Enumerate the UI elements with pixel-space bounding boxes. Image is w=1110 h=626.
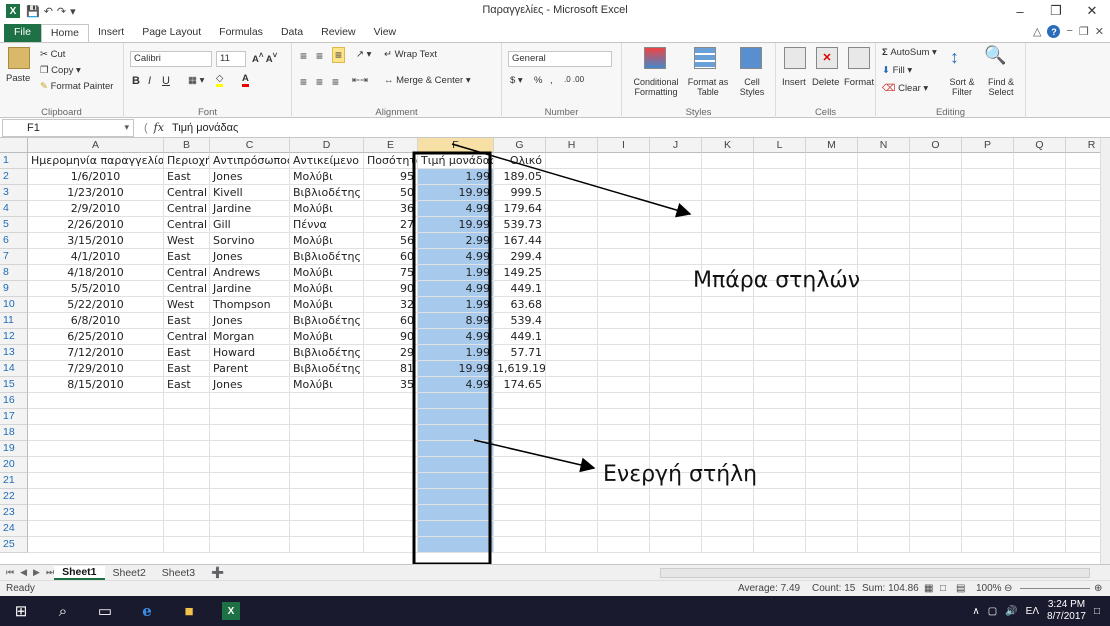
sheet-tabs-bar: ⏮ ◀ ▶ ⏭ Sheet1 Sheet2 Sheet3 ➕ — [0, 564, 1110, 580]
first-sheet-icon[interactable]: ⏮ — [6, 567, 14, 578]
page-break-view-icon[interactable]: ▤ — [956, 583, 965, 594]
sheet-tab-1[interactable]: Sheet1 — [54, 565, 105, 580]
status-ready: Ready — [6, 583, 35, 594]
volume-icon[interactable]: 🔊 — [1005, 606, 1017, 617]
clock-time: 3:24 PM — [1047, 599, 1086, 610]
clock[interactable]: 3:24 PM 8/7/2017 — [1047, 599, 1086, 623]
file-explorer-icon[interactable]: ■ — [168, 596, 210, 626]
column-bar-arrow — [451, 143, 692, 218]
clock-date: 8/7/2017 — [1047, 611, 1086, 622]
windows-start-icon[interactable]: ⊞ — [0, 596, 42, 626]
normal-view-icon[interactable]: ▦ — [924, 583, 933, 594]
horizontal-scrollbar[interactable] — [660, 568, 1090, 578]
zoom-in-icon[interactable]: ⊕ — [1094, 583, 1102, 594]
status-sum: Sum: 104.86 — [862, 583, 919, 594]
last-sheet-icon[interactable]: ⏭ — [46, 567, 54, 578]
zoom-level[interactable]: 100% — [976, 583, 1002, 594]
annotation-overlay — [412, 143, 692, 566]
sheet-tab-3[interactable]: Sheet3 — [154, 567, 203, 579]
zoom-out-icon[interactable]: ⊖ — [1004, 583, 1012, 594]
status-count: Count: 15 — [812, 583, 856, 594]
active-column-annotation: Ενεργή στήλη — [603, 462, 758, 487]
taskbar: ⊞ ⌕ ▭ e ■ X ∧ ▢ 🔊 ΕΛ 3:24 PM 8/7/2017 □ — [0, 596, 1110, 626]
notifications-icon[interactable]: □ — [1094, 606, 1100, 617]
language-indicator[interactable]: ΕΛ — [1026, 606, 1039, 617]
insert-sheet-icon[interactable]: ➕ — [203, 566, 232, 579]
sheet-tab-2[interactable]: Sheet2 — [105, 567, 154, 579]
next-sheet-icon[interactable]: ▶ — [33, 567, 40, 578]
edge-browser-icon[interactable]: e — [126, 596, 168, 626]
active-column-outline — [412, 151, 492, 566]
status-bar: Ready Average: 7.49 Count: 15 Sum: 104.8… — [0, 580, 1110, 596]
excel-taskbar-icon[interactable]: X — [210, 596, 252, 626]
search-icon[interactable]: ⌕ — [42, 596, 84, 626]
task-view-icon[interactable]: ▭ — [84, 596, 126, 626]
status-average: Average: 7.49 — [738, 583, 801, 594]
tray-chevron-icon[interactable]: ∧ — [972, 606, 979, 617]
zoom-slider[interactable] — [1020, 588, 1090, 589]
active-column-arrow — [473, 439, 596, 473]
page-layout-view-icon[interactable]: □ — [940, 583, 946, 594]
network-icon[interactable]: ▢ — [988, 606, 997, 617]
prev-sheet-icon[interactable]: ◀ — [20, 567, 27, 578]
column-bar-annotation: Μπάρα στηλών — [693, 268, 861, 293]
